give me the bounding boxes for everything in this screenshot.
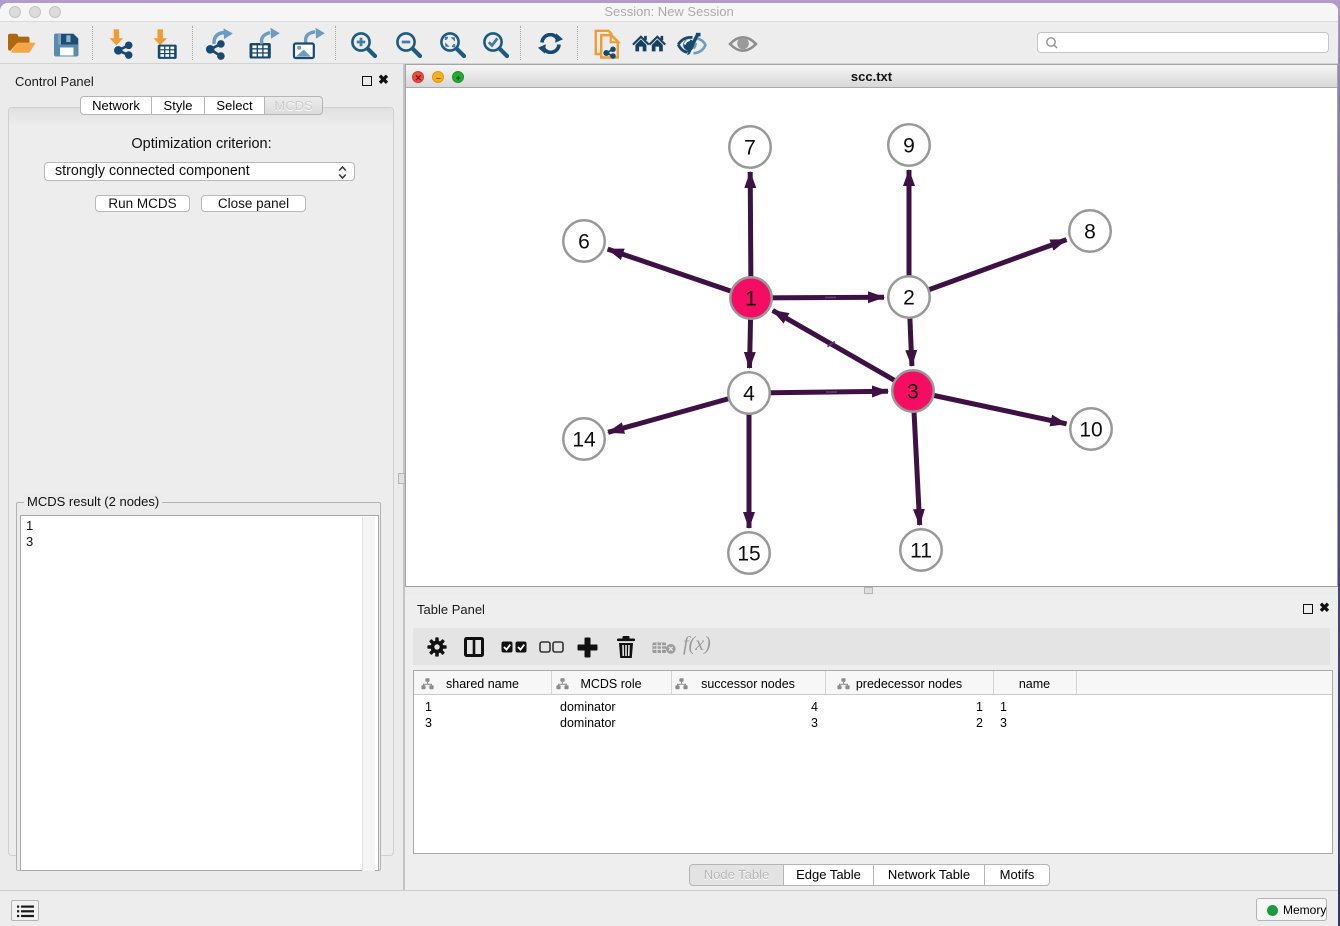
svg-text:3: 3 xyxy=(907,381,919,404)
svg-text:7: 7 xyxy=(744,137,756,160)
svg-text:4: 4 xyxy=(743,383,755,406)
svg-text:11: 11 xyxy=(910,540,932,563)
svg-text:2: 2 xyxy=(903,287,915,310)
svg-text:10: 10 xyxy=(1079,419,1102,442)
svg-text:6: 6 xyxy=(578,231,590,254)
svg-text:9: 9 xyxy=(903,135,915,158)
svg-text:1: 1 xyxy=(745,288,757,311)
svg-text:15: 15 xyxy=(737,543,760,566)
svg-text:8: 8 xyxy=(1084,221,1096,244)
svg-text:14: 14 xyxy=(572,429,596,452)
